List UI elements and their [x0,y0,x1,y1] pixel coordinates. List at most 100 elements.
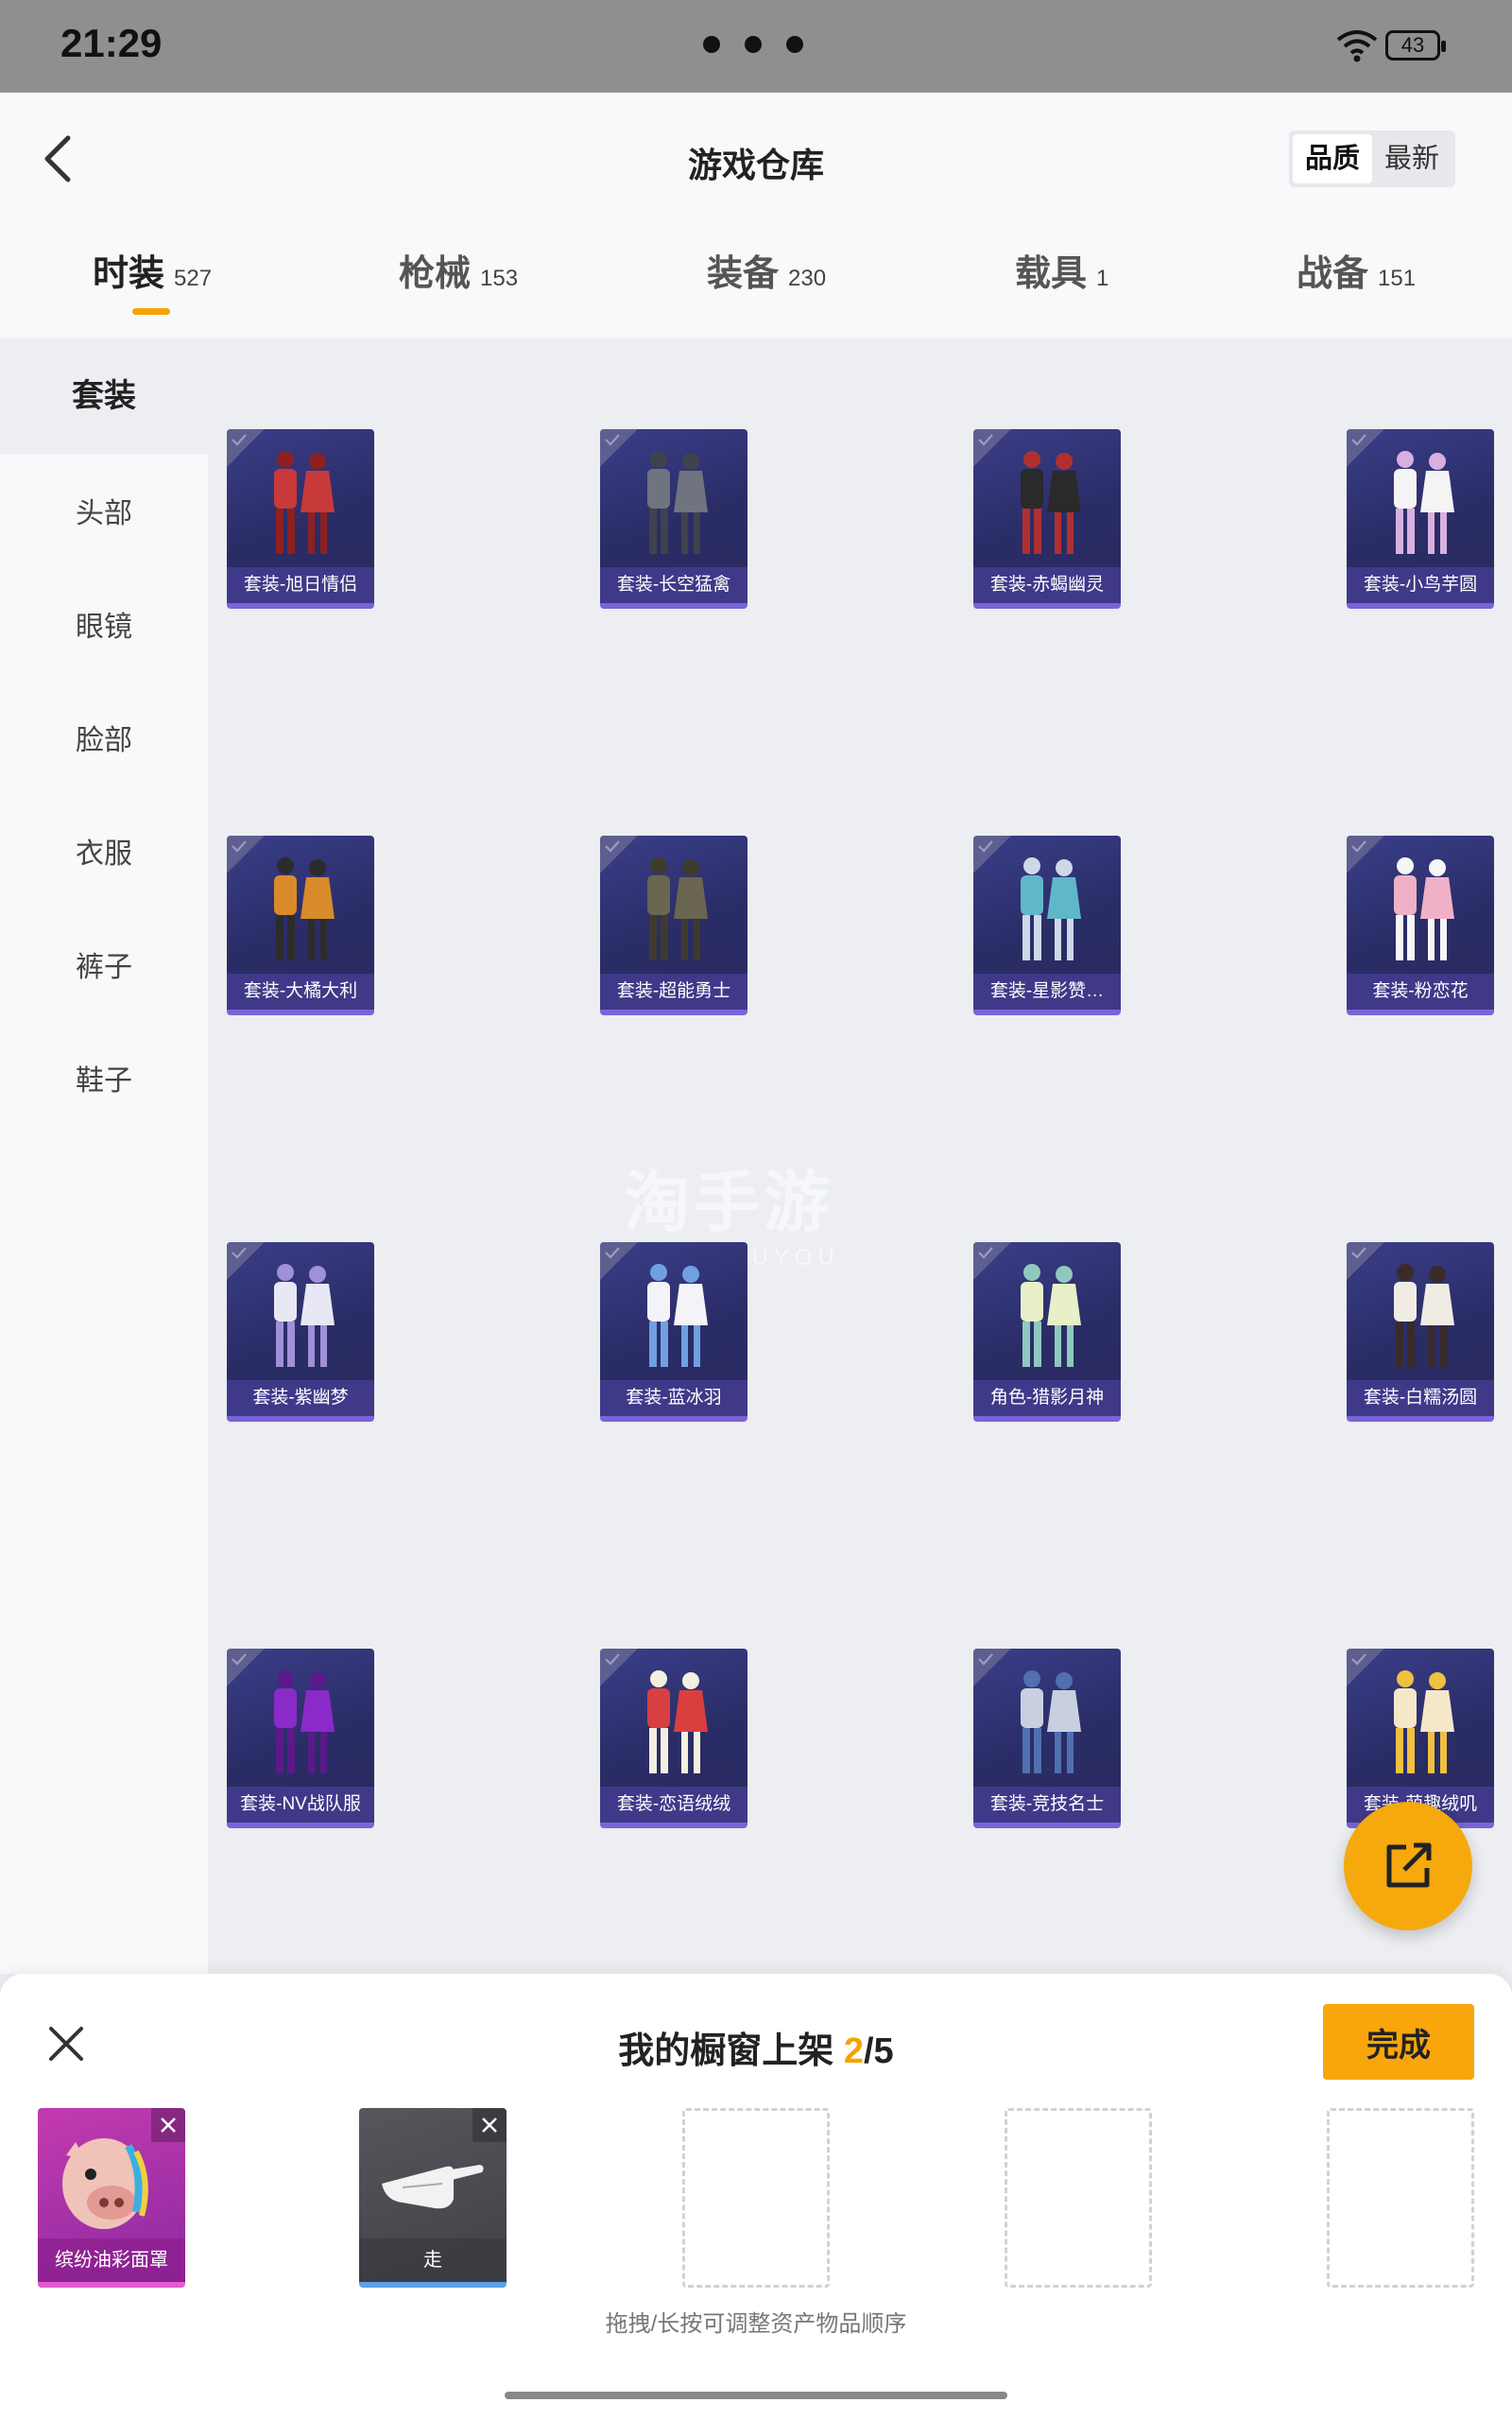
category-sidebar: 套装 头部 眼镜 脸部 衣服 裤子 鞋子 [0,338,208,1974]
tab-label: 战备 [1297,254,1369,294]
tab-label: 载具 [1015,254,1088,294]
outfit-card[interactable]: 套装-蓝冰羽 [600,1242,747,1422]
remove-slot-button[interactable] [472,2108,507,2142]
outfit-card[interactable]: 套装-大橘大利 [227,836,374,1015]
outfit-card-label: 套装-大橘大利 [227,974,374,1010]
share-icon [1386,1842,1432,1888]
tab-count: 230 [788,266,827,291]
tab-label: 装备 [707,254,780,294]
outfit-card[interactable]: 角色-猎影月神 [973,1242,1121,1422]
moon-goddess-character-icon [1021,1264,1081,1367]
tab-label: 时装 [93,254,165,294]
showcase-count-total: /5 [864,2031,894,2071]
item-grid: 淘手游 TAOSHOUYOU 套装-旭日情侣套装-长空猛禽套装-赤蝎幽灵套装-小… [208,338,1512,1974]
outfit-card-label: 套装-旭日情侣 [227,567,374,603]
blue-suit-outfit-icon [1021,1670,1081,1773]
tab-count: 527 [174,266,213,291]
outfit-card[interactable]: 套装-NV战队服 [227,1649,374,1828]
sidebar-item-glasses[interactable]: 眼镜 [0,603,208,645]
sort-toggle[interactable]: 品质 最新 [1289,130,1455,187]
showcase-slot-empty[interactable] [682,2108,830,2288]
red-plush-outfit-icon [647,1670,708,1773]
slot-label: 走 [359,2238,507,2282]
bird-costume-outfit-icon [1394,451,1454,554]
sidebar-item-pants[interactable]: 裤子 [0,943,208,985]
category-tabs: 时装 527 枪械 153 装备 230 载具 1 战备 151 [0,244,1512,338]
header: 游戏仓库 品质 最新 时装 527 枪械 153 装备 230 载具 1 战备 … [0,93,1512,338]
tab-count: 153 [480,266,519,291]
sort-option-latest[interactable]: 最新 [1372,134,1452,183]
showcase-slot-1[interactable]: 缤纷油彩面罩 [38,2108,185,2288]
tab-vehicles[interactable]: 载具 1 [1015,244,1108,329]
sidebar-item-clothes[interactable]: 衣服 [0,830,208,872]
tab-supplies[interactable]: 战备 151 [1297,244,1416,329]
showcase-slot-empty[interactable] [1005,2108,1152,2288]
outfit-card[interactable]: 套装-长空猛禽 [600,429,747,609]
showcase-slot-2[interactable]: 走 [359,2108,507,2288]
tab-count: 151 [1378,266,1417,291]
blue-ice-outfit-icon [647,1264,708,1367]
showcase-title: 我的橱窗上架 2/5 [618,2031,894,2071]
outfit-card[interactable]: 套装-白糯汤圆 [1347,1242,1494,1422]
purple-team-outfit-icon [274,1670,335,1773]
orange-duo-outfit-icon [274,857,335,960]
starlight-duo-outfit-icon [1021,857,1081,960]
outfit-card[interactable]: 套装-紫幽梦 [227,1242,374,1422]
page-title: 游戏仓库 [687,146,824,184]
outfit-card-label: 套装-竞技名士 [973,1787,1121,1823]
military-vest-outfit-icon [647,857,708,960]
outfit-card-label: 套装-超能勇士 [600,974,747,1010]
multitask-dots[interactable] [703,36,803,53]
outfit-card-label: 套装-蓝冰羽 [600,1380,747,1416]
wifi-icon [1336,30,1378,62]
tab-guns[interactable]: 枪械 153 [399,244,518,329]
showcase-sheet: 我的橱窗上架 2/5 完成 缤纷油彩面罩 走 [0,1974,1512,2420]
cute-chick-outfit-icon [1394,1670,1454,1773]
camo-jacket-outfit-icon [647,451,708,554]
done-button[interactable]: 完成 [1323,2004,1474,2080]
share-button[interactable] [1344,1802,1472,1930]
status-bar: 21:29 43 [0,0,1512,93]
outfit-card[interactable]: 套装-竞技名士 [973,1649,1121,1828]
showcase-slot-empty[interactable] [1327,2108,1474,2288]
sidebar-item-head[interactable]: 头部 [0,490,208,531]
tab-equipment[interactable]: 装备 230 [707,244,826,329]
outfit-card-label: 套装-白糯汤圆 [1347,1380,1494,1416]
outfit-card[interactable]: 套装-超能勇士 [600,836,747,1015]
red-tracksuit-outfit-icon [274,451,335,554]
outfit-card-label: 套装-长空猛禽 [600,567,747,603]
outfit-card-label: 套装-星影赞… [973,974,1121,1010]
outfit-card-label: 套装-粉恋花 [1347,974,1494,1010]
outfit-card[interactable]: 套装-粉恋花 [1347,836,1494,1015]
outfit-card-label: 套装-紫幽梦 [227,1380,374,1416]
battery-icon: 43 [1385,30,1446,60]
sidebar-item-sets[interactable]: 套装 [0,338,208,454]
outfit-card[interactable]: 套装-星影赞… [973,836,1121,1015]
sidebar-item-face[interactable]: 脸部 [0,717,208,758]
black-leather-outfit-icon [1021,451,1081,554]
tab-label: 枪械 [399,254,472,294]
remove-slot-button[interactable] [151,2108,185,2142]
outfit-card[interactable]: 套装-萌趣绒叽 [1347,1649,1494,1828]
sidebar-item-shoes[interactable]: 鞋子 [0,1057,208,1098]
outfit-card-label: 套装-赤蝎幽灵 [973,567,1121,603]
outfit-card[interactable]: 套装-赤蝎幽灵 [973,429,1121,609]
white-dumpling-outfit-icon [1394,1264,1454,1367]
tab-active-indicator [132,308,170,315]
outfit-card[interactable]: 套装-小鸟芋圆 [1347,429,1494,609]
outfit-card[interactable]: 套装-恋语绒绒 [600,1649,747,1828]
outfit-card-label: 套装-恋语绒绒 [600,1787,747,1823]
tab-fashion[interactable]: 时装 527 [93,244,212,329]
close-icon [482,2118,497,2133]
pink-flower-outfit-icon [1394,857,1454,960]
showcase-count-current: 2 [843,2031,864,2071]
sort-option-quality[interactable]: 品质 [1293,134,1372,183]
slot-label: 缤纷油彩面罩 [38,2238,185,2282]
outfit-card[interactable]: 套装-旭日情侣 [227,429,374,609]
reorder-hint: 拖拽/长按可调整资产物品顺序 [605,2311,907,2337]
tab-count: 1 [1096,266,1109,291]
outfit-card-label: 套装-小鸟芋圆 [1347,567,1494,603]
outfit-card-label: 角色-猎影月神 [973,1380,1121,1416]
outfit-card-label: 套装-NV战队服 [227,1787,374,1823]
home-indicator[interactable] [505,2392,1007,2399]
